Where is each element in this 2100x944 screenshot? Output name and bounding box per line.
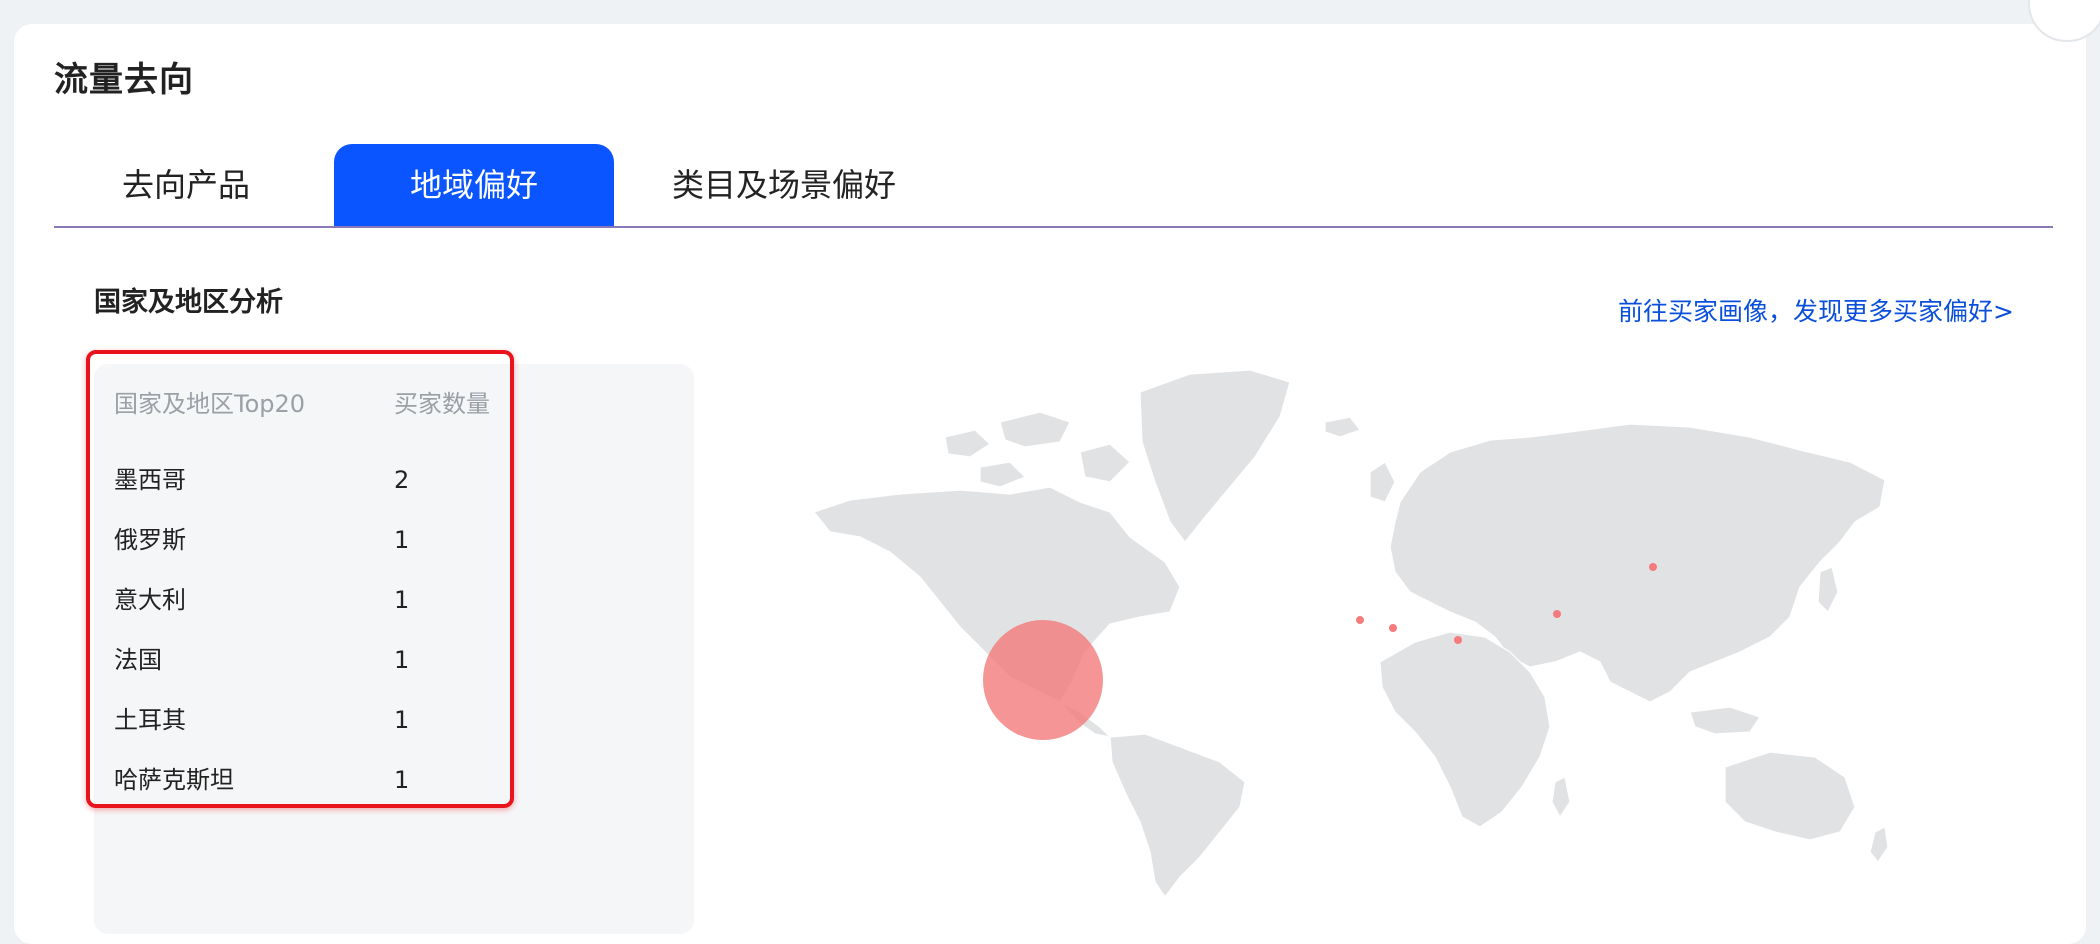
- tab-bar: 去向产品 地域偏好 类目及场景偏好: [54, 144, 2053, 228]
- arctic-islands-shape: [979, 461, 1027, 488]
- marker-italy: [1389, 624, 1397, 632]
- world-map[interactable]: [810, 362, 1900, 902]
- south-america-shape: [1109, 733, 1246, 899]
- uk-shape: [1369, 461, 1396, 503]
- tab-region-preference[interactable]: 地域偏好: [334, 144, 614, 226]
- arctic-islands-shape: [1079, 443, 1131, 483]
- marker-kazakhstan: [1553, 610, 1561, 618]
- new-zealand-shape: [1869, 826, 1889, 864]
- section-title: 流量去向: [54, 60, 194, 100]
- marker-turkey: [1454, 636, 1462, 644]
- australia-shape: [1724, 751, 1856, 841]
- highlight-annotation-box: [86, 350, 514, 808]
- iceland-shape: [1324, 416, 1361, 438]
- arctic-islands-shape: [999, 411, 1071, 448]
- greenland-shape: [1139, 369, 1291, 543]
- tab-destination-products[interactable]: 去向产品: [76, 144, 296, 226]
- marker-mexico: [983, 620, 1103, 740]
- buyer-portrait-link[interactable]: 前往买家画像，发现更多买家偏好>: [1618, 292, 2014, 328]
- marker-russia: [1649, 563, 1657, 571]
- arctic-islands-shape: [944, 429, 991, 458]
- top-right-corner-button[interactable]: [2028, 0, 2100, 42]
- marker-france: [1356, 616, 1364, 624]
- madagascar-shape: [1551, 776, 1571, 819]
- se-asia-islands-shape: [1689, 706, 1761, 735]
- tab-category-scene-preference[interactable]: 类目及场景偏好: [634, 144, 934, 226]
- japan-shape: [1817, 566, 1839, 614]
- country-region-analysis-title: 国家及地区分析: [94, 287, 283, 318]
